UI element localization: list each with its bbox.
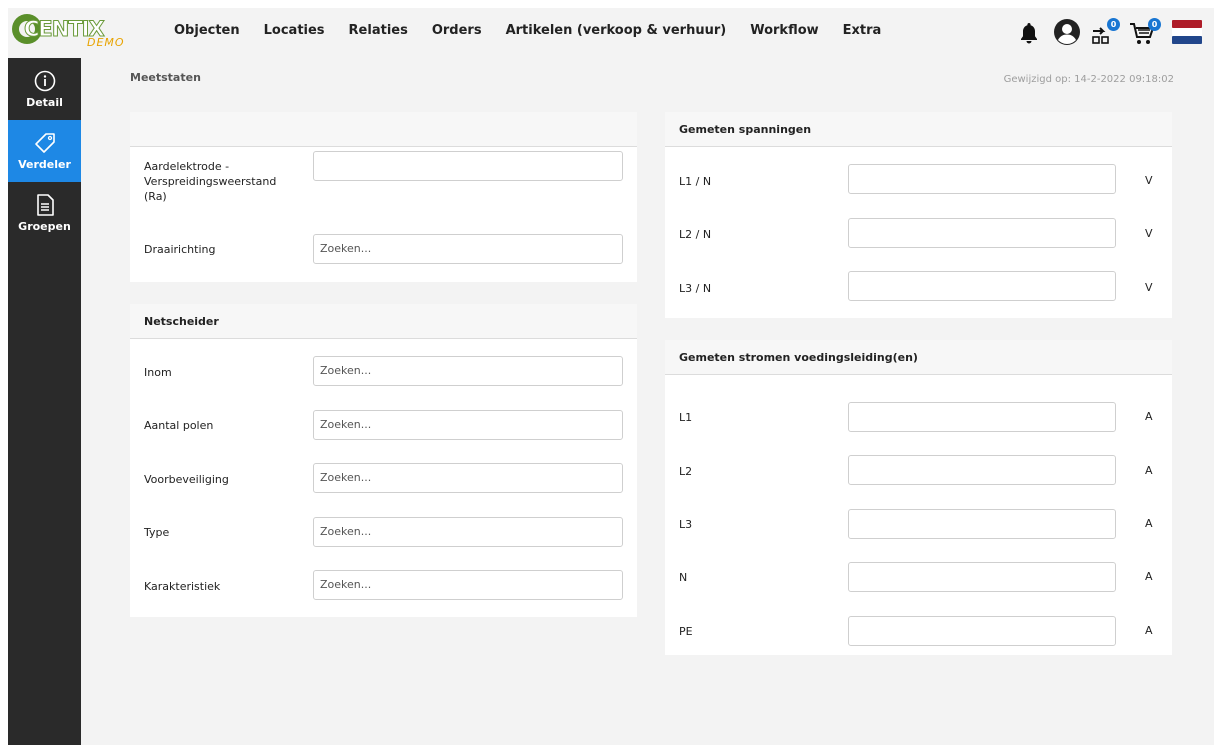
card-header: [130, 112, 637, 147]
karakteristiek-input[interactable]: Zoeken...: [313, 570, 623, 600]
aardelektrode-input[interactable]: [313, 151, 623, 181]
card-gemeten-stromen: Gemeten stromen voedingsleiding(en) L1 A…: [665, 340, 1172, 655]
modified-timestamp: Gewijzigd op: 14-2-2022 09:18:02: [1003, 74, 1174, 85]
l2-unit: A: [1145, 464, 1153, 477]
inom-input[interactable]: Zoeken...: [313, 356, 623, 386]
page-title: Meetstaten: [130, 71, 201, 84]
nav-artikelen[interactable]: Artikelen (verkoop & verhuur): [506, 23, 727, 38]
voorbeveiliging-input[interactable]: Zoeken...: [313, 463, 623, 493]
type-input[interactable]: Zoeken...: [313, 517, 623, 547]
l3-unit: A: [1145, 517, 1153, 530]
sidebar-item-verdeler[interactable]: Verdeler: [8, 120, 81, 182]
l3n-label: L3 / N: [679, 282, 712, 295]
bell-icon[interactable]: [1019, 22, 1039, 47]
stromen-header: Gemeten stromen voedingsleiding(en): [665, 340, 1172, 375]
document-icon: [36, 193, 54, 216]
info-icon: [34, 70, 55, 91]
cart-icon[interactable]: 0: [1129, 18, 1161, 49]
l1n-input[interactable]: [848, 164, 1116, 194]
dutch-flag-icon[interactable]: [1172, 20, 1202, 47]
inom-label: Inom: [144, 366, 172, 379]
aardelektrode-label: Aardelektrode - Verspreidingsweerstand (…: [144, 160, 277, 203]
pe-input[interactable]: [848, 616, 1116, 646]
sidebar-item-groepen[interactable]: Groepen: [8, 182, 81, 244]
aantal-polen-label: Aantal polen: [144, 419, 214, 432]
centix-logo[interactable]: CENTIX DEMO: [12, 12, 142, 52]
scan-badge: 0: [1107, 18, 1120, 31]
sidebar-item-label: Verdeler: [18, 157, 71, 171]
tag-icon: [34, 132, 55, 153]
l1n-label: L1 / N: [679, 175, 712, 188]
type-label: Type: [144, 526, 170, 539]
l3n-unit: V: [1145, 281, 1153, 294]
nav-workflow[interactable]: Workflow: [750, 23, 818, 38]
spanningen-header: Gemeten spanningen: [665, 112, 1172, 147]
app-window: CENTIX DEMO Objecten Locaties Relaties O…: [8, 8, 1214, 745]
l1-unit: A: [1145, 410, 1153, 423]
nav-relaties[interactable]: Relaties: [349, 23, 408, 38]
card-netscheider: Netscheider Inom Zoeken... Aantal polen …: [130, 304, 637, 617]
l1n-unit: V: [1145, 174, 1153, 187]
l3n-input[interactable]: [848, 271, 1116, 301]
l2n-label: L2 / N: [679, 228, 712, 241]
draairichting-input[interactable]: Zoeken...: [313, 234, 623, 264]
l3-input[interactable]: [848, 509, 1116, 539]
l1-input[interactable]: [848, 402, 1116, 432]
netscheider-header: Netscheider: [130, 304, 637, 339]
sidebar-item-label: Groepen: [18, 219, 71, 233]
card-gemeten-spanningen: Gemeten spanningen L1 / N V L2 / N V L3 …: [665, 112, 1172, 318]
n-input[interactable]: [848, 562, 1116, 592]
l2-label: L2: [679, 465, 693, 478]
nav-orders[interactable]: Orders: [432, 23, 482, 38]
main-nav: Objecten Locaties Relaties Orders Artike…: [174, 23, 905, 38]
aantal-polen-input[interactable]: Zoeken...: [313, 410, 623, 440]
l3-label: L3: [679, 518, 693, 531]
logo-subtitle: DEMO: [87, 36, 125, 49]
top-bar: CENTIX DEMO Objecten Locaties Relaties O…: [8, 8, 1214, 58]
n-label: N: [679, 571, 688, 584]
karakteristiek-label: Karakteristiek: [144, 580, 221, 593]
l2n-input[interactable]: [848, 218, 1116, 248]
l2n-unit: V: [1145, 227, 1153, 240]
sidebar-item-detail[interactable]: Detail: [8, 58, 81, 120]
cart-badge: 0: [1148, 18, 1161, 31]
draairichting-label: Draairichting: [144, 243, 216, 256]
nav-locaties[interactable]: Locaties: [264, 23, 325, 38]
pe-unit: A: [1145, 624, 1153, 637]
l2-input[interactable]: [848, 455, 1116, 485]
l1-label: L1: [679, 411, 693, 424]
voorbeveiliging-label: Voorbeveiliging: [144, 473, 229, 486]
pe-label: PE: [679, 625, 693, 638]
n-unit: A: [1145, 570, 1153, 583]
nav-extra[interactable]: Extra: [843, 23, 882, 38]
user-avatar-icon[interactable]: [1053, 18, 1081, 49]
card-aardelektrode: Aardelektrode - Verspreidingsweerstand (…: [130, 112, 637, 282]
scan-queue-icon[interactable]: 0: [1090, 18, 1120, 49]
sidebar: Detail Verdeler Groepen: [8, 58, 81, 745]
sidebar-item-label: Detail: [26, 95, 63, 109]
nav-objecten[interactable]: Objecten: [174, 23, 240, 38]
